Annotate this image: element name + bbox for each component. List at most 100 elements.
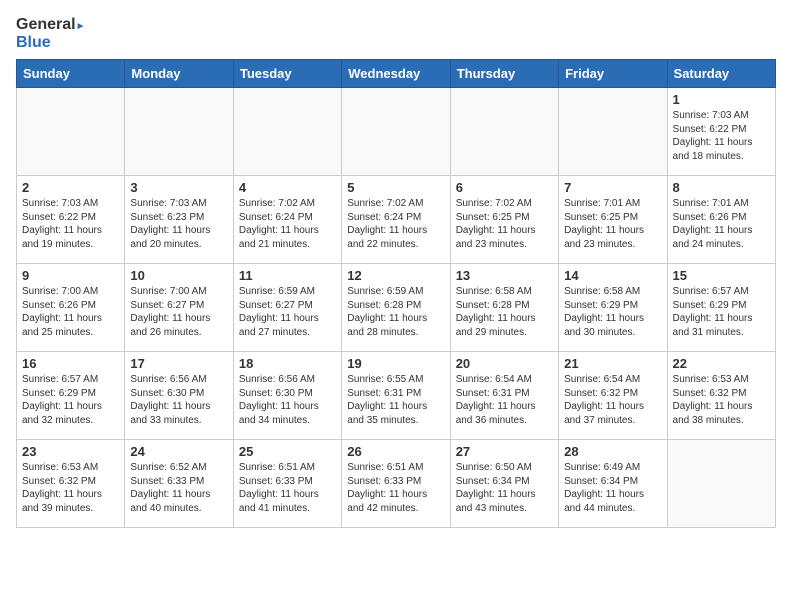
day-number: 13 xyxy=(456,268,553,283)
calendar-cell: 23 Sunrise: 6:53 AM Sunset: 6:32 PM Dayli… xyxy=(17,440,125,528)
calendar-cell: 24 Sunrise: 6:52 AM Sunset: 6:33 PM Dayli… xyxy=(125,440,233,528)
calendar-cell xyxy=(450,88,558,176)
calendar-cell xyxy=(233,88,341,176)
weekday-header-saturday: Saturday xyxy=(667,60,775,88)
calendar-cell: 9 Sunrise: 7:00 AM Sunset: 6:26 PM Daylig… xyxy=(17,264,125,352)
calendar-cell: 1 Sunrise: 7:03 AM Sunset: 6:22 PM Daylig… xyxy=(667,88,775,176)
calendar-cell: 15 Sunrise: 6:57 AM Sunset: 6:29 PM Dayli… xyxy=(667,264,775,352)
day-info: Sunrise: 6:50 AM Sunset: 6:34 PM Dayligh… xyxy=(456,461,553,515)
day-info: Sunrise: 6:56 AM Sunset: 6:30 PM Dayligh… xyxy=(239,373,336,427)
day-info: Sunrise: 6:58 AM Sunset: 6:28 PM Dayligh… xyxy=(456,285,553,339)
day-info: Sunrise: 7:00 AM Sunset: 6:26 PM Dayligh… xyxy=(22,285,119,339)
day-info: Sunrise: 6:49 AM Sunset: 6:34 PM Dayligh… xyxy=(564,461,661,515)
calendar-cell: 11 Sunrise: 6:59 AM Sunset: 6:27 PM Dayli… xyxy=(233,264,341,352)
day-info: Sunrise: 7:03 AM Sunset: 6:22 PM Dayligh… xyxy=(22,197,119,251)
logo-wordmark: General► Blue xyxy=(16,16,86,51)
day-info: Sunrise: 7:02 AM Sunset: 6:25 PM Dayligh… xyxy=(456,197,553,251)
day-number: 8 xyxy=(673,180,770,195)
calendar-cell: 12 Sunrise: 6:59 AM Sunset: 6:28 PM Dayli… xyxy=(342,264,450,352)
day-number: 18 xyxy=(239,356,336,371)
day-info: Sunrise: 6:52 AM Sunset: 6:33 PM Dayligh… xyxy=(130,461,227,515)
day-number: 24 xyxy=(130,444,227,459)
day-info: Sunrise: 6:57 AM Sunset: 6:29 PM Dayligh… xyxy=(22,373,119,427)
day-number: 14 xyxy=(564,268,661,283)
day-info: Sunrise: 6:53 AM Sunset: 6:32 PM Dayligh… xyxy=(673,373,770,427)
logo-general: General► xyxy=(16,16,86,34)
day-info: Sunrise: 6:57 AM Sunset: 6:29 PM Dayligh… xyxy=(673,285,770,339)
day-number: 16 xyxy=(22,356,119,371)
calendar-cell: 28 Sunrise: 6:49 AM Sunset: 6:34 PM Dayli… xyxy=(559,440,667,528)
day-number: 1 xyxy=(673,92,770,107)
day-number: 3 xyxy=(130,180,227,195)
day-number: 11 xyxy=(239,268,336,283)
calendar-cell: 10Sunrise: 7:00 AM Sunset: 6:27 PM Dayli… xyxy=(125,264,233,352)
calendar-week-2: 2 Sunrise: 7:03 AM Sunset: 6:22 PM Daylig… xyxy=(17,176,776,264)
day-number: 26 xyxy=(347,444,444,459)
day-info: Sunrise: 6:51 AM Sunset: 6:33 PM Dayligh… xyxy=(347,461,444,515)
calendar-cell: 19Sunrise: 6:55 AM Sunset: 6:31 PM Dayli… xyxy=(342,352,450,440)
calendar-week-1: 1 Sunrise: 7:03 AM Sunset: 6:22 PM Daylig… xyxy=(17,88,776,176)
calendar-cell: 18 Sunrise: 6:56 AM Sunset: 6:30 PM Dayli… xyxy=(233,352,341,440)
logo-blue: Blue xyxy=(16,34,86,52)
calendar-cell: 20 Sunrise: 6:54 AM Sunset: 6:31 PM Dayli… xyxy=(450,352,558,440)
day-number: 28 xyxy=(564,444,661,459)
calendar-cell: 25 Sunrise: 6:51 AM Sunset: 6:33 PM Dayli… xyxy=(233,440,341,528)
day-number: 2 xyxy=(22,180,119,195)
day-info: Sunrise: 6:56 AM Sunset: 6:30 PM Dayligh… xyxy=(130,373,227,427)
calendar-cell xyxy=(342,88,450,176)
day-info: Sunrise: 6:59 AM Sunset: 6:28 PM Dayligh… xyxy=(347,285,444,339)
day-number: 7 xyxy=(564,180,661,195)
calendar-cell xyxy=(559,88,667,176)
calendar-cell: 3 Sunrise: 7:03 AM Sunset: 6:23 PM Daylig… xyxy=(125,176,233,264)
calendar-cell: 6 Sunrise: 7:02 AM Sunset: 6:25 PM Daylig… xyxy=(450,176,558,264)
calendar-cell: 7 Sunrise: 7:01 AM Sunset: 6:25 PM Daylig… xyxy=(559,176,667,264)
day-info: Sunrise: 7:02 AM Sunset: 6:24 PM Dayligh… xyxy=(347,197,444,251)
calendar-cell xyxy=(17,88,125,176)
day-info: Sunrise: 6:54 AM Sunset: 6:31 PM Dayligh… xyxy=(456,373,553,427)
calendar-cell: 2 Sunrise: 7:03 AM Sunset: 6:22 PM Daylig… xyxy=(17,176,125,264)
day-info: Sunrise: 6:59 AM Sunset: 6:27 PM Dayligh… xyxy=(239,285,336,339)
weekday-header-tuesday: Tuesday xyxy=(233,60,341,88)
day-number: 22 xyxy=(673,356,770,371)
day-number: 21 xyxy=(564,356,661,371)
weekday-header-friday: Friday xyxy=(559,60,667,88)
calendar-cell: 8Sunrise: 7:01 AM Sunset: 6:26 PM Daylig… xyxy=(667,176,775,264)
day-info: Sunrise: 6:51 AM Sunset: 6:33 PM Dayligh… xyxy=(239,461,336,515)
day-info: Sunrise: 7:03 AM Sunset: 6:23 PM Dayligh… xyxy=(130,197,227,251)
day-info: Sunrise: 6:58 AM Sunset: 6:29 PM Dayligh… xyxy=(564,285,661,339)
logo: General► Blue xyxy=(16,16,86,51)
day-info: Sunrise: 6:53 AM Sunset: 6:32 PM Dayligh… xyxy=(22,461,119,515)
calendar-cell: 22 Sunrise: 6:53 AM Sunset: 6:32 PM Dayli… xyxy=(667,352,775,440)
calendar-cell xyxy=(125,88,233,176)
day-number: 6 xyxy=(456,180,553,195)
day-number: 9 xyxy=(22,268,119,283)
calendar-cell: 13 Sunrise: 6:58 AM Sunset: 6:28 PM Dayli… xyxy=(450,264,558,352)
day-info: Sunrise: 7:01 AM Sunset: 6:25 PM Dayligh… xyxy=(564,197,661,251)
calendar-cell: 4 Sunrise: 7:02 AM Sunset: 6:24 PM Daylig… xyxy=(233,176,341,264)
calendar-cell: 14 Sunrise: 6:58 AM Sunset: 6:29 PM Dayli… xyxy=(559,264,667,352)
calendar-cell: 21 Sunrise: 6:54 AM Sunset: 6:32 PM Dayli… xyxy=(559,352,667,440)
calendar-week-3: 9 Sunrise: 7:00 AM Sunset: 6:26 PM Daylig… xyxy=(17,264,776,352)
weekday-header-thursday: Thursday xyxy=(450,60,558,88)
day-number: 10 xyxy=(130,268,227,283)
day-info: Sunrise: 6:55 AM Sunset: 6:31 PM Dayligh… xyxy=(347,373,444,427)
day-number: 23 xyxy=(22,444,119,459)
day-number: 5 xyxy=(347,180,444,195)
day-info: Sunrise: 7:02 AM Sunset: 6:24 PM Dayligh… xyxy=(239,197,336,251)
calendar-cell: 27 Sunrise: 6:50 AM Sunset: 6:34 PM Dayli… xyxy=(450,440,558,528)
weekday-header-monday: Monday xyxy=(125,60,233,88)
day-number: 15 xyxy=(673,268,770,283)
day-number: 12 xyxy=(347,268,444,283)
page-header: General► Blue xyxy=(16,16,776,51)
calendar-cell: 26 Sunrise: 6:51 AM Sunset: 6:33 PM Dayli… xyxy=(342,440,450,528)
day-info: Sunrise: 6:54 AM Sunset: 6:32 PM Dayligh… xyxy=(564,373,661,427)
calendar-cell: 16 Sunrise: 6:57 AM Sunset: 6:29 PM Dayli… xyxy=(17,352,125,440)
day-number: 4 xyxy=(239,180,336,195)
calendar-cell xyxy=(667,440,775,528)
day-info: Sunrise: 7:03 AM Sunset: 6:22 PM Dayligh… xyxy=(673,109,770,163)
day-number: 27 xyxy=(456,444,553,459)
calendar-cell: 17Sunrise: 6:56 AM Sunset: 6:30 PM Dayli… xyxy=(125,352,233,440)
day-number: 25 xyxy=(239,444,336,459)
day-number: 20 xyxy=(456,356,553,371)
calendar-cell: 5 Sunrise: 7:02 AM Sunset: 6:24 PM Daylig… xyxy=(342,176,450,264)
